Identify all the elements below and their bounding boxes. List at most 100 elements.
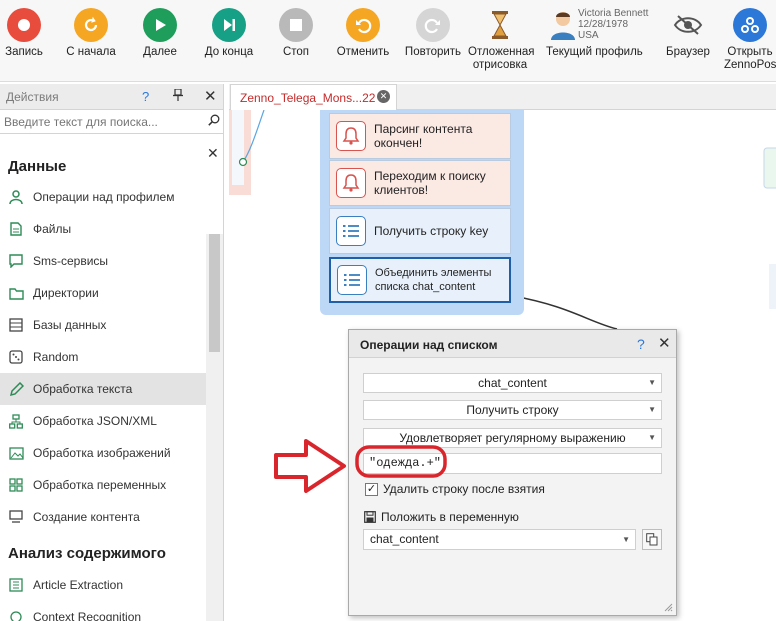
- sidebar-item-images[interactable]: Обработка изображений: [0, 437, 206, 469]
- resize-grip-icon[interactable]: [663, 602, 673, 612]
- sidebar-item-random[interactable]: Random: [0, 341, 206, 373]
- node-join-list[interactable]: Объединить элементы списка chat_content: [329, 257, 511, 303]
- database-icon: [8, 317, 24, 333]
- person-icon: [8, 189, 24, 205]
- list-icon: [337, 265, 367, 295]
- article-icon: [8, 577, 24, 593]
- deferred-render-button[interactable]: Отложенная отрисовка: [468, 0, 534, 82]
- undo-icon: [346, 8, 380, 42]
- section-data-title: Данные: [8, 158, 67, 175]
- sidebar-item-sms[interactable]: Sms-сервисы: [0, 245, 206, 277]
- step-end-icon: [212, 8, 246, 42]
- close-icon[interactable]: ✕: [658, 334, 671, 352]
- sidebar-scrollbar[interactable]: [206, 234, 223, 621]
- floppy-icon: [364, 511, 376, 523]
- tab-close-icon[interactable]: ✕: [377, 90, 390, 103]
- restart-icon: [74, 8, 108, 42]
- chevron-down-icon: ▼: [648, 405, 656, 414]
- help-icon[interactable]: ?: [637, 336, 645, 352]
- tab-project[interactable]: Zenno_Telega_Mons...22 ✕: [230, 84, 397, 111]
- folder-icon: [8, 285, 24, 301]
- sidebar-item-profile-ops[interactable]: Операции над профилем: [0, 181, 206, 213]
- put-variable-row: Положить в переменную: [364, 510, 519, 524]
- sidebar-item-files[interactable]: Файлы: [0, 213, 206, 245]
- chevron-down-icon: ▼: [648, 378, 656, 387]
- toolbar: Запись С начала Далее До конца Стоп Отме…: [0, 0, 776, 82]
- node-go-search[interactable]: Переходим к поиску клиентов!: [329, 160, 511, 206]
- actions-panel-header: Действия ? ✕: [0, 84, 223, 110]
- pin-icon[interactable]: [173, 88, 183, 104]
- tree-icon: [8, 413, 24, 429]
- connection-line-2: [512, 295, 618, 330]
- zennoposter-icon: [733, 8, 767, 42]
- eye-hidden-icon: [671, 8, 705, 42]
- image-icon: [8, 445, 24, 461]
- avatar: [546, 8, 580, 42]
- pencil-icon: [8, 381, 24, 397]
- list-operations-dialog: Операции над списком ? ✕ chat_content ▼ …: [348, 329, 677, 616]
- sidebar-item-content-creation[interactable]: Создание контента: [0, 501, 206, 533]
- section-analysis-title: Анализ содержимого: [8, 545, 166, 562]
- regex-input[interactable]: "одежда.+": [363, 453, 662, 474]
- sidebar-item-text-processing[interactable]: Обработка текста: [0, 373, 206, 405]
- dice-icon: [8, 349, 24, 365]
- list-select[interactable]: chat_content ▼: [363, 373, 662, 393]
- dialog-title: Операции над списком: [360, 338, 498, 352]
- chevron-down-icon: ▼: [622, 535, 630, 544]
- redo-button[interactable]: Повторить: [403, 0, 463, 82]
- sidebar-item-context-recognition[interactable]: Context Recognition: [0, 601, 206, 621]
- variable-select[interactable]: chat_content ▼: [363, 529, 636, 550]
- condition-select[interactable]: Удовлетворяет регулярному выражению ▼: [363, 428, 662, 448]
- sidebar-item-databases[interactable]: Базы данных: [0, 309, 206, 341]
- node-get-key[interactable]: Получить строку key: [329, 208, 511, 254]
- hourglass-icon: [483, 8, 517, 42]
- help-icon[interactable]: ?: [142, 89, 149, 104]
- chevron-down-icon: ▼: [648, 433, 656, 442]
- dialog-header: Операции над списком ? ✕: [349, 330, 676, 358]
- browser-button[interactable]: Браузер: [664, 0, 712, 82]
- bell-icon: [336, 121, 366, 151]
- next-button[interactable]: Далее: [138, 0, 182, 82]
- content-icon: [8, 509, 24, 525]
- undo-button[interactable]: Отменить: [335, 0, 391, 82]
- panel-title: Действия: [6, 90, 59, 104]
- file-icon: [8, 221, 24, 237]
- collapse-icon[interactable]: ✕: [207, 145, 219, 162]
- scrollbar-thumb[interactable]: [209, 234, 220, 352]
- search-input[interactable]: [4, 113, 204, 131]
- list-icon: [336, 216, 366, 246]
- copy-button[interactable]: [642, 529, 662, 550]
- restart-button[interactable]: С начала: [64, 0, 118, 82]
- delete-after-take-row: ✓ Удалить строку после взятия: [365, 482, 545, 496]
- operation-select[interactable]: Получить строку ▼: [363, 400, 662, 420]
- connection-port[interactable]: [238, 157, 248, 167]
- search-icon[interactable]: [208, 114, 220, 129]
- open-zennoposter-button[interactable]: Открыть ZennoPost: [724, 0, 776, 82]
- recognition-icon: [8, 609, 24, 621]
- sidebar-item-json-xml[interactable]: Обработка JSON/XML: [0, 405, 206, 437]
- actions-panel: Действия ? ✕ Данные ✕ Операции над профи…: [0, 84, 224, 621]
- record-button[interactable]: Запись: [2, 0, 46, 82]
- node-parsing-done[interactable]: Парсинг контента окончен!: [329, 113, 511, 159]
- grid-icon: [8, 477, 24, 493]
- left-block-inner: [232, 110, 244, 185]
- sidebar-item-article-extraction[interactable]: Article Extraction: [0, 569, 206, 601]
- copy-icon: [646, 533, 658, 546]
- right-block-edge: [763, 147, 776, 189]
- right-block-edge-2: [769, 264, 776, 309]
- profile-info: Victoria Bennett 12/28/1978 USA: [578, 8, 649, 41]
- play-icon: [143, 8, 177, 42]
- stop-button[interactable]: Стоп: [275, 0, 317, 82]
- redo-icon: [416, 8, 450, 42]
- delete-after-take-checkbox[interactable]: ✓: [365, 482, 378, 496]
- tab-bar: Zenno_Telega_Mons...22 ✕: [229, 84, 776, 111]
- stop-icon: [279, 8, 313, 42]
- to-end-button[interactable]: До конца: [201, 0, 257, 82]
- record-icon: [7, 8, 41, 42]
- sidebar-item-variables[interactable]: Обработка переменных: [0, 469, 206, 501]
- search-box: [0, 110, 224, 134]
- sidebar-item-directories[interactable]: Директории: [0, 277, 206, 309]
- bell-icon: [336, 168, 366, 198]
- sms-icon: [8, 253, 24, 269]
- close-icon[interactable]: ✕: [204, 87, 217, 105]
